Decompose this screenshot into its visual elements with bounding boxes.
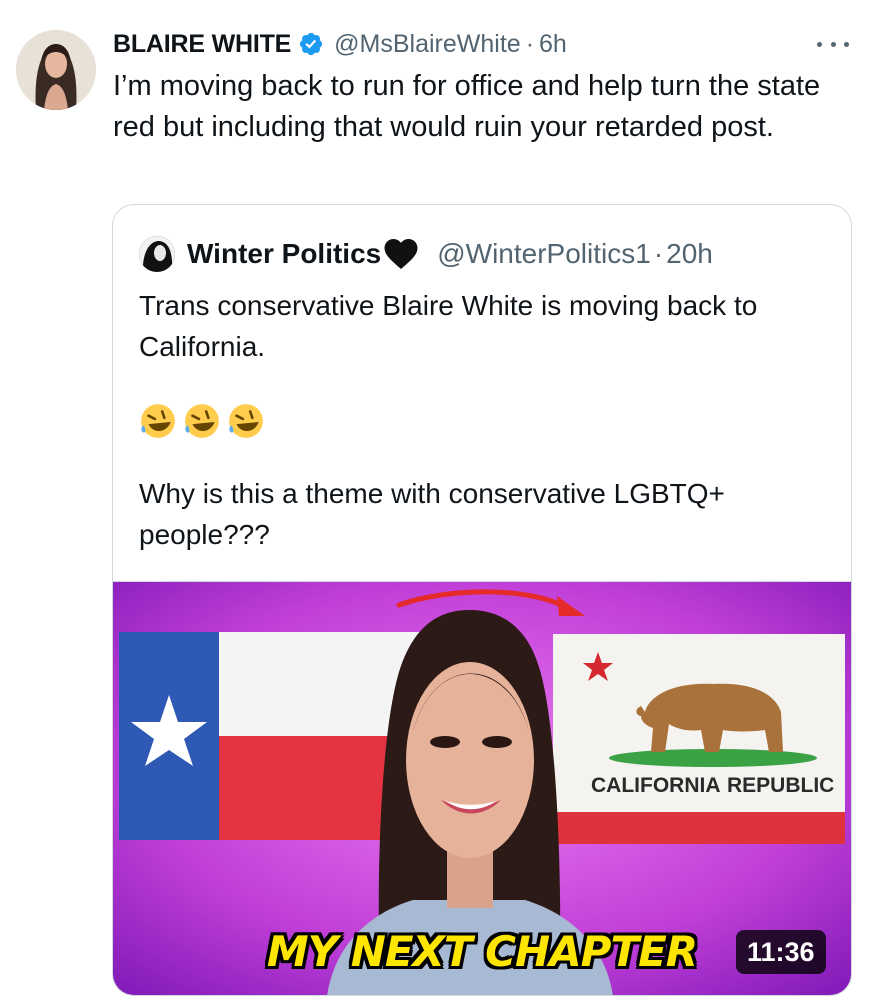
separator-dot: · xyxy=(653,238,664,269)
quoted-avatar-image xyxy=(139,236,175,272)
tweet-text: I’m moving back to run for office and he… xyxy=(113,70,821,143)
author-avatar-image xyxy=(16,30,96,110)
quoted-tweet-body: Trans conservative Blaire White is movin… xyxy=(139,285,829,555)
quoted-tweet-card[interactable]: Winter Politics @WinterPolitics1 · 20h T… xyxy=(112,204,852,996)
more-dot xyxy=(817,41,822,47)
tweet-header: BLAIRE WHITE @MsBlaireWhite · 6h xyxy=(113,28,567,60)
tweet-timestamp[interactable]: 6h xyxy=(539,30,567,59)
author-name[interactable]: BLAIRE WHITE xyxy=(113,30,291,59)
verified-badge-icon xyxy=(300,32,323,56)
flag-text-left: CALIFORNIA xyxy=(591,774,721,797)
quoted-tweet-header: Winter Politics @WinterPolitics1 · 20h xyxy=(139,234,713,274)
video-duration-badge: 11:36 xyxy=(736,930,826,974)
emoji-row xyxy=(139,402,829,442)
flag-text-right: REPUBLIC xyxy=(727,774,834,797)
rolling-on-floor-laughing-icon xyxy=(229,404,263,438)
rolling-on-floor-laughing-icon xyxy=(141,404,175,438)
author-avatar[interactable] xyxy=(16,30,96,110)
author-handle[interactable]: @MsBlaireWhite xyxy=(334,30,521,59)
more-dot xyxy=(844,41,849,47)
more-options-icon[interactable] xyxy=(817,34,849,54)
black-heart-icon xyxy=(384,239,418,269)
quoted-author-handle: @WinterPolitics1 xyxy=(437,238,651,269)
quoted-author-avatar xyxy=(139,236,175,272)
separator-dot: · xyxy=(525,29,535,58)
rolling-on-floor-laughing-icon xyxy=(185,404,219,438)
quoted-author-name: Winter Politics xyxy=(187,238,382,269)
quoted-tweet-text-2: Why is this a theme with conservative LG… xyxy=(139,478,725,550)
quoted-tweet-timestamp: 20h xyxy=(666,238,713,269)
quoted-tweet-text-1: Trans conservative Blaire White is movin… xyxy=(139,290,758,362)
video-thumbnail[interactable]: CALIFORNIA REPUBLIC MY NEXT CHAPTER 11:3… xyxy=(113,581,851,995)
more-dot xyxy=(830,41,836,47)
